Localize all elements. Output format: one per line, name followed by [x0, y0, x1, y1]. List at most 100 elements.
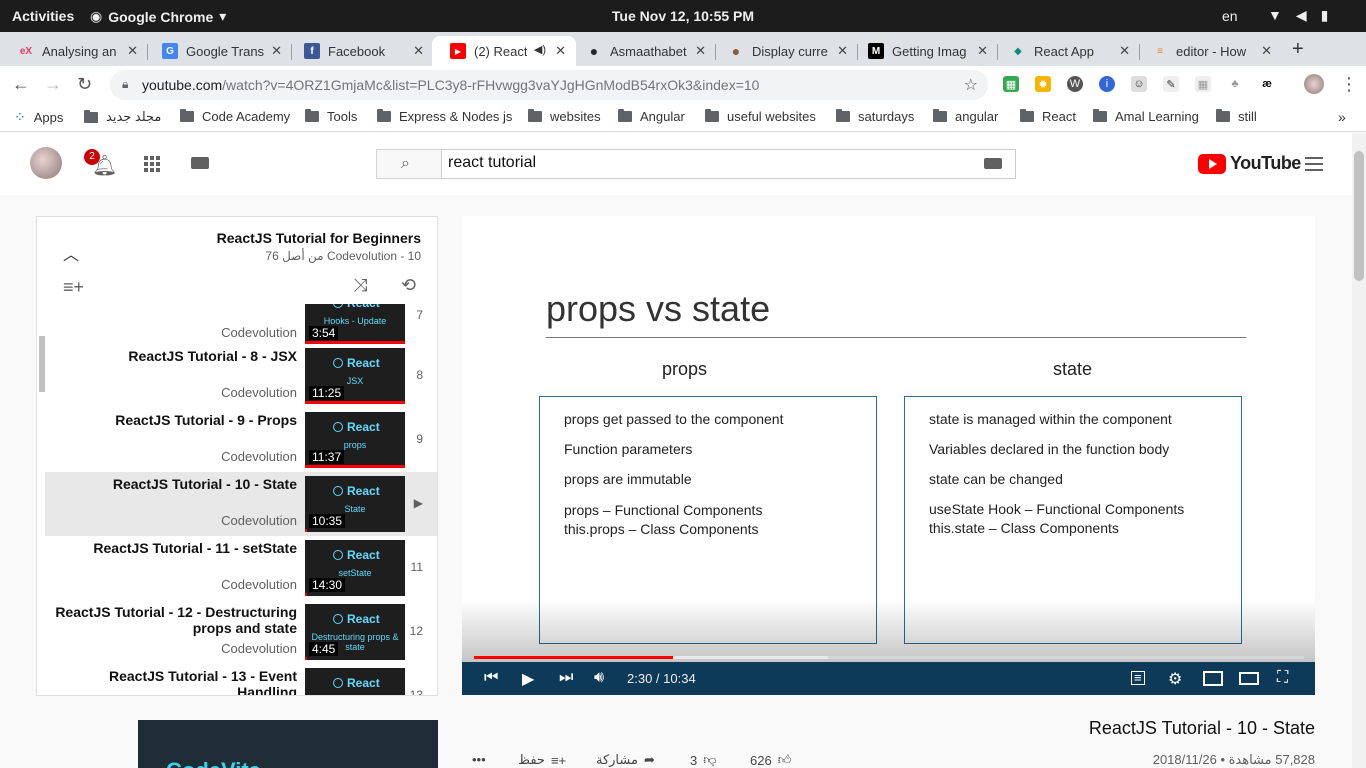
bookmark-apps[interactable]: ⁘ Apps — [14, 109, 63, 126]
pen-extension-icon[interactable]: ✎ — [1163, 76, 1179, 92]
tab-google-translate[interactable]: G Google Trans ✕ — [144, 36, 292, 66]
tab-display-current[interactable]: ● Display curre ✕ — [710, 36, 858, 66]
close-icon[interactable]: ✕ — [127, 43, 138, 59]
close-icon[interactable]: ✕ — [977, 43, 988, 59]
playlist-title[interactable]: ReactJS Tutorial for Beginners — [217, 230, 421, 246]
bookmark-folder[interactable]: angular — [933, 109, 998, 124]
clock[interactable]: Tue Nov 12, 10:55 PM — [0, 8, 1366, 24]
new-tab-button[interactable]: + — [1292, 38, 1304, 61]
forward-button[interactable]: → — [44, 74, 62, 95]
reload-button[interactable]: ↻ — [77, 74, 92, 95]
video-thumbnail[interactable]: React props 11:37 — [305, 412, 405, 468]
volume-icon[interactable]: 🔊︎ — [594, 669, 604, 687]
kebab-menu-icon[interactable]: ⋮ — [1340, 74, 1358, 95]
previous-icon[interactable]: ⏮︎ — [484, 669, 498, 687]
close-icon[interactable]: ✕ — [837, 43, 848, 59]
play-icon[interactable]: ▶ — [522, 669, 534, 689]
tab-stackoverflow[interactable]: ≡ editor - How ✕ — [1134, 36, 1282, 66]
bookmark-folder[interactable]: Code Academy — [180, 109, 290, 124]
video-thumbnail[interactable]: React Destructuring props & state 4:45 — [305, 604, 405, 660]
theater-mode-icon[interactable] — [1239, 672, 1259, 685]
progress-bar[interactable] — [474, 656, 1304, 659]
playlist-item[interactable]: ReactJS Tutorial - 13 - Event HandlingCo… — [45, 664, 437, 695]
video-thumbnail[interactable]: React JSX 11:25 — [305, 348, 405, 404]
share-button[interactable]: مشاركة ➦ — [596, 752, 655, 768]
tab-facebook[interactable]: f Facebook ✕ — [286, 36, 434, 66]
playlist-item[interactable]: Codevolution React Hooks - Update3:54 7 — [45, 304, 437, 348]
tree-extension-icon[interactable]: ♣ — [1227, 76, 1243, 92]
video-thumbnail[interactable]: React setState 14:30 — [305, 540, 405, 596]
shuffle-icon[interactable]: ⤨ — [353, 275, 367, 296]
bookmark-star-icon[interactable]: ☆ — [964, 75, 978, 95]
grid-extension-icon[interactable]: ▦ — [1195, 76, 1211, 92]
language-indicator[interactable]: en — [1222, 8, 1238, 24]
save-playlist-icon[interactable]: ≡+ — [63, 277, 84, 298]
tab-medium[interactable]: M Getting Imag ✕ — [850, 36, 998, 66]
hamburger-menu-icon[interactable] — [1305, 157, 1323, 171]
close-icon[interactable]: ✕ — [555, 43, 566, 59]
playlist-subtitle[interactable]: Codevolution - 10 من أصل 76 — [265, 249, 421, 263]
bookmark-folder[interactable]: Tools — [305, 109, 357, 124]
wordpress-icon[interactable]: W — [1067, 76, 1083, 92]
profile-avatar-icon[interactable] — [1304, 74, 1324, 94]
face-extension-icon[interactable]: ☺ — [1131, 76, 1147, 92]
bookmark-folder[interactable]: Angular — [618, 109, 685, 124]
close-icon[interactable]: ✕ — [271, 43, 282, 59]
close-icon[interactable]: ✕ — [695, 43, 706, 59]
playlist-item[interactable]: ReactJS Tutorial - 11 - setState Codevolu… — [45, 536, 437, 600]
miniplayer-icon[interactable] — [1203, 671, 1223, 686]
subtitles-icon[interactable]: ≡ — [1131, 671, 1145, 685]
scrollbar-thumb[interactable] — [1354, 151, 1364, 281]
apps-grid-icon[interactable] — [144, 156, 160, 172]
search-input[interactable]: react tutorial — [441, 149, 1016, 179]
info-extension-icon[interactable]: i — [1099, 76, 1115, 92]
more-bookmarks-icon[interactable]: » — [1338, 109, 1346, 125]
extension-icon[interactable]: ✹ — [1035, 76, 1051, 92]
fullscreen-icon[interactable]: ⛶ — [1277, 669, 1288, 687]
playlist-item[interactable]: ReactJS Tutorial - 10 - State Codevolutio… — [45, 472, 437, 536]
settings-gear-icon[interactable]: ⚙ — [1168, 669, 1182, 689]
youtube-logo[interactable]: YouTube — [1198, 153, 1301, 174]
loop-icon[interactable]: ⟲ — [401, 275, 416, 296]
url-text[interactable]: youtube.com/watch?v=4ORZ1GmjaMc&list=PLC… — [142, 77, 759, 93]
dislike-button[interactable]: 3 👎︎ — [690, 752, 716, 768]
sheets-extension-icon[interactable]: ▦ — [1003, 76, 1019, 92]
create-video-icon[interactable] — [191, 157, 209, 169]
video-thumbnail[interactable]: React State 10:35 — [305, 476, 405, 532]
video-thumbnail[interactable]: React Hooks - Update3:54 — [305, 304, 405, 344]
page-scrollbar[interactable] — [1352, 133, 1366, 768]
address-bar[interactable]: 🔒︎ youtube.com/watch?v=4ORZ1GmjaMc&list=… — [110, 70, 988, 100]
ad-card[interactable]: CodeVita — [138, 720, 438, 768]
video-player[interactable]: props vs state props state props get pas… — [462, 216, 1315, 695]
playlist-item[interactable]: ReactJS Tutorial - 9 - Props Codevolution… — [45, 408, 437, 472]
bookmark-folder[interactable]: React — [1020, 109, 1076, 124]
video-thumbnail[interactable]: React — [305, 668, 405, 695]
avatar[interactable] — [30, 147, 62, 179]
bookmark-folder[interactable]: saturdays — [836, 109, 914, 124]
bookmark-folder[interactable]: useful websites — [705, 109, 816, 124]
tab-youtube-active[interactable]: ▶ (2) React ◀) ✕ — [432, 36, 576, 66]
tab-github[interactable]: ● Asmaathabet ✕ — [568, 36, 716, 66]
next-icon[interactable]: ⏭︎ — [559, 669, 573, 687]
bookmark-folder[interactable]: websites — [528, 109, 601, 124]
lock-icon[interactable]: 🔒︎ — [122, 77, 128, 92]
tab-react-app[interactable]: ◆ React App ✕ — [992, 36, 1140, 66]
playlist-item[interactable]: ReactJS Tutorial - 12 - Destructuring pr… — [45, 600, 437, 664]
collapse-chevron-icon[interactable]: ︿ — [63, 241, 79, 265]
ae-extension-icon[interactable]: æ — [1259, 76, 1275, 92]
back-button[interactable]: ← — [12, 74, 30, 95]
more-actions-icon[interactable]: ••• — [472, 752, 486, 767]
system-tray[interactable]: ▼ ◀ ▮ — [1268, 7, 1328, 24]
tab-analysing[interactable]: eX Analysing an ✕ — [0, 36, 148, 66]
bookmark-folder[interactable]: Express & Nodes js — [377, 109, 512, 124]
playlist-item[interactable]: ReactJS Tutorial - 8 - JSX Codevolution Re… — [45, 344, 437, 408]
search-button[interactable]: ⌕ — [376, 149, 441, 179]
close-icon[interactable]: ✕ — [1261, 43, 1272, 59]
bookmark-folder[interactable]: مجلد جديد — [84, 109, 161, 125]
close-icon[interactable]: ✕ — [1119, 43, 1130, 59]
close-icon[interactable]: ✕ — [413, 43, 424, 59]
save-button[interactable]: حفظ ≡+ — [518, 752, 566, 768]
like-button[interactable]: 626 👍︎ — [750, 752, 791, 768]
bookmark-folder[interactable]: Amal Learning — [1093, 109, 1199, 124]
keyboard-icon[interactable] — [984, 158, 1002, 169]
